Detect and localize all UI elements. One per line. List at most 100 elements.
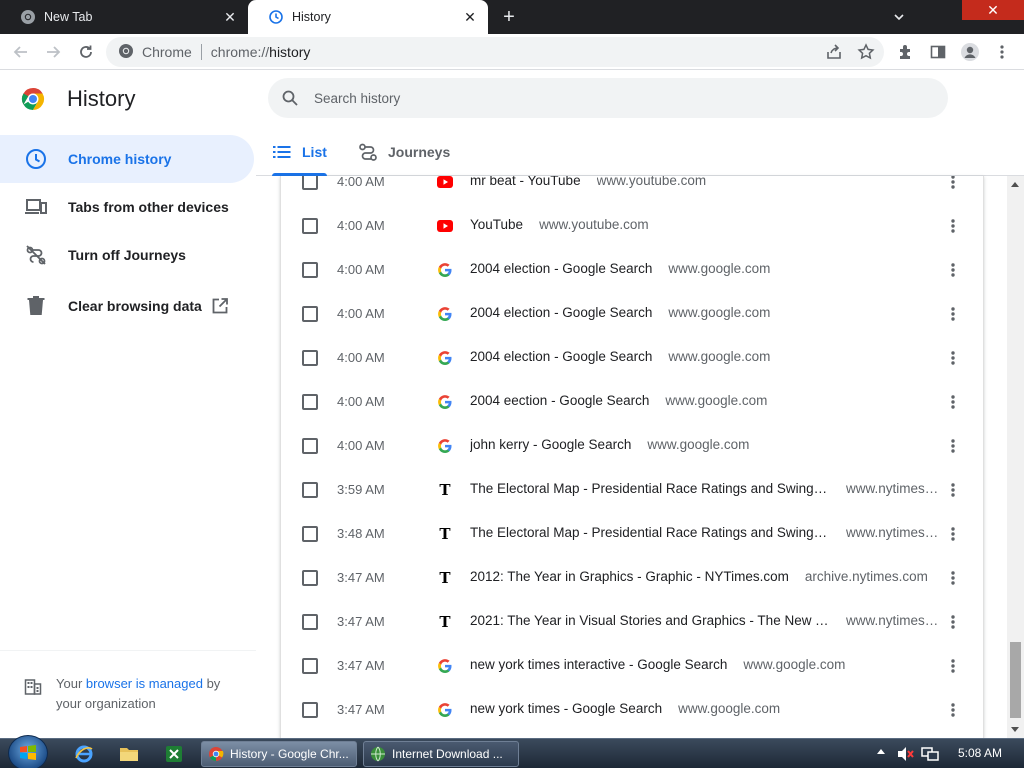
- select-entry-checkbox[interactable]: [302, 526, 318, 542]
- history-entry-row[interactable]: 3:47 AM new york times interactive - Goog…: [281, 644, 983, 688]
- more-actions-icon[interactable]: [943, 176, 963, 192]
- tab-new-tab[interactable]: New Tab ✕: [0, 0, 248, 34]
- browser-menu-icon[interactable]: [990, 40, 1014, 64]
- close-tab-icon[interactable]: ✕: [220, 7, 240, 27]
- forward-arrow-icon[interactable]: [41, 40, 65, 64]
- side-panel-icon[interactable]: [926, 40, 950, 64]
- profile-avatar-icon[interactable]: [958, 40, 982, 64]
- history-entry-row[interactable]: 4:00 AM mr beat - YouTube www.youtube.com: [281, 176, 983, 204]
- select-entry-checkbox[interactable]: [302, 306, 318, 322]
- taskbar-window-internet-download[interactable]: Internet Download ...: [363, 741, 519, 767]
- entry-title-link[interactable]: 2012: The Year in Graphics - Graphic - N…: [470, 569, 789, 584]
- select-entry-checkbox[interactable]: [302, 350, 318, 366]
- entry-title-link[interactable]: 2004 election - Google Search: [470, 305, 652, 320]
- start-button[interactable]: [8, 735, 48, 768]
- select-entry-checkbox[interactable]: [302, 482, 318, 498]
- more-actions-icon[interactable]: [943, 304, 963, 324]
- scroll-down-arrow-icon[interactable]: [1011, 727, 1019, 732]
- entry-title-link[interactable]: 2004 eection - Google Search: [470, 393, 649, 408]
- history-entry-row[interactable]: 3:47 AM new york times - Google Search www…: [281, 688, 983, 732]
- back-arrow-icon[interactable]: [9, 40, 33, 64]
- page-scrollbar[interactable]: [1007, 176, 1024, 738]
- entry-title-link[interactable]: 2021: The Year in Visual Stories and Gra…: [470, 613, 830, 628]
- history-entry-row[interactable]: 3:59 AM T The Electoral Map - Presidential…: [281, 468, 983, 512]
- more-actions-icon[interactable]: [943, 348, 963, 368]
- history-entry-row[interactable]: 4:00 AM 2004 eection - Google Search www.g…: [281, 380, 983, 424]
- more-actions-icon[interactable]: [943, 480, 963, 500]
- entry-title-link[interactable]: The Electoral Map - Presidential Race Ra…: [470, 525, 830, 540]
- select-entry-checkbox[interactable]: [302, 570, 318, 586]
- internet-explorer-icon[interactable]: [73, 743, 95, 765]
- network-icon[interactable]: [921, 745, 939, 763]
- reload-icon[interactable]: [74, 40, 98, 64]
- tab-list[interactable]: List: [272, 128, 327, 176]
- history-entry-row[interactable]: 3:47 AM T 2012: The Year in Graphics - Gra…: [281, 556, 983, 600]
- entry-title-link[interactable]: mr beat - YouTube: [470, 176, 581, 188]
- sidebar-item-chrome-history[interactable]: Chrome history: [0, 135, 254, 183]
- tab-history[interactable]: History ✕: [248, 0, 488, 34]
- more-actions-icon[interactable]: [943, 524, 963, 544]
- search-history-box[interactable]: [268, 78, 948, 118]
- entry-title-link[interactable]: The Electoral Map - Presidential Race Ra…: [470, 481, 830, 496]
- more-actions-icon[interactable]: [943, 436, 963, 456]
- tab-search-chevron-icon[interactable]: [886, 5, 912, 29]
- search-input[interactable]: [314, 90, 894, 106]
- clock-icon: [24, 147, 48, 171]
- bookmark-star-icon[interactable]: [854, 40, 878, 64]
- sidebar-header: History: [0, 70, 256, 130]
- svg-text:T: T: [439, 614, 451, 630]
- select-entry-checkbox[interactable]: [302, 614, 318, 630]
- history-entry-row[interactable]: 4:00 AM 2004 election - Google Search www.…: [281, 336, 983, 380]
- window-close-button[interactable]: ✕: [962, 0, 1024, 20]
- file-explorer-icon[interactable]: [118, 743, 140, 765]
- select-entry-checkbox[interactable]: [302, 394, 318, 410]
- entry-title-link[interactable]: YouTube: [470, 217, 523, 232]
- more-actions-icon[interactable]: [943, 260, 963, 280]
- tray-expand-icon[interactable]: [875, 745, 887, 757]
- entry-title-link[interactable]: 2004 election - Google Search: [470, 261, 652, 276]
- site-info[interactable]: Chrome: [118, 43, 192, 62]
- history-entry-row[interactable]: 3:47 AM T 2021: The Year in Visual Stories…: [281, 600, 983, 644]
- close-tab-icon[interactable]: ✕: [460, 7, 480, 27]
- excel-icon[interactable]: [163, 743, 185, 765]
- new-tab-button[interactable]: +: [496, 5, 522, 29]
- browser-toolbar: Chrome chrome://history: [0, 34, 1024, 70]
- select-entry-checkbox[interactable]: [302, 218, 318, 234]
- entry-title-link[interactable]: new york times - Google Search: [470, 701, 662, 716]
- select-entry-checkbox[interactable]: [302, 658, 318, 674]
- tab-journeys[interactable]: Journeys: [358, 128, 450, 176]
- entry-title-link[interactable]: new york times interactive - Google Sear…: [470, 657, 727, 672]
- address-bar[interactable]: Chrome chrome://history: [106, 37, 884, 67]
- sidebar-item-turn-off-journeys[interactable]: Turn off Journeys: [0, 231, 254, 279]
- volume-muted-icon[interactable]: [897, 745, 915, 763]
- more-actions-icon[interactable]: [943, 568, 963, 588]
- more-actions-icon[interactable]: [943, 700, 963, 720]
- select-entry-checkbox[interactable]: [302, 702, 318, 718]
- taskbar-window-chrome-history[interactable]: History - Google Chr...: [201, 741, 357, 767]
- extensions-puzzle-icon[interactable]: [894, 40, 918, 64]
- history-entry-row[interactable]: 3:48 AM T The Electoral Map - Presidential…: [281, 512, 983, 556]
- select-entry-checkbox[interactable]: [302, 176, 318, 190]
- entry-title-link[interactable]: 2004 election - Google Search: [470, 349, 652, 364]
- history-entry-row[interactable]: 4:00 AM 2004 election - Google Search www.…: [281, 248, 983, 292]
- history-entry-row[interactable]: 4:00 AM 2004 election - Google Search www.…: [281, 292, 983, 336]
- entry-title-link[interactable]: john kerry - Google Search: [470, 437, 631, 452]
- entry-domain: www.youtube.com: [596, 176, 707, 188]
- entry-time: 3:59 AM: [337, 482, 385, 497]
- more-actions-icon[interactable]: [943, 612, 963, 632]
- sidebar-item-tabs-from-other-devices[interactable]: Tabs from other devices: [0, 183, 254, 231]
- history-entry-row[interactable]: 4:00 AM john kerry - Google Search www.goo…: [281, 424, 983, 468]
- scroll-up-arrow-icon[interactable]: [1011, 182, 1019, 187]
- scrollbar-thumb[interactable]: [1010, 642, 1021, 718]
- browser-managed-link[interactable]: browser is managed: [86, 676, 203, 691]
- devices-icon: [24, 195, 48, 219]
- more-actions-icon[interactable]: [943, 216, 963, 236]
- share-icon[interactable]: [822, 40, 846, 64]
- more-actions-icon[interactable]: [943, 392, 963, 412]
- history-entry-row[interactable]: 4:00 AM YouTube www.youtube.com: [281, 204, 983, 248]
- nytimes-favicon-icon: T: [437, 526, 453, 542]
- select-entry-checkbox[interactable]: [302, 438, 318, 454]
- sidebar-item-clear-browsing-data[interactable]: Clear browsing data: [0, 282, 254, 330]
- select-entry-checkbox[interactable]: [302, 262, 318, 278]
- more-actions-icon[interactable]: [943, 656, 963, 676]
